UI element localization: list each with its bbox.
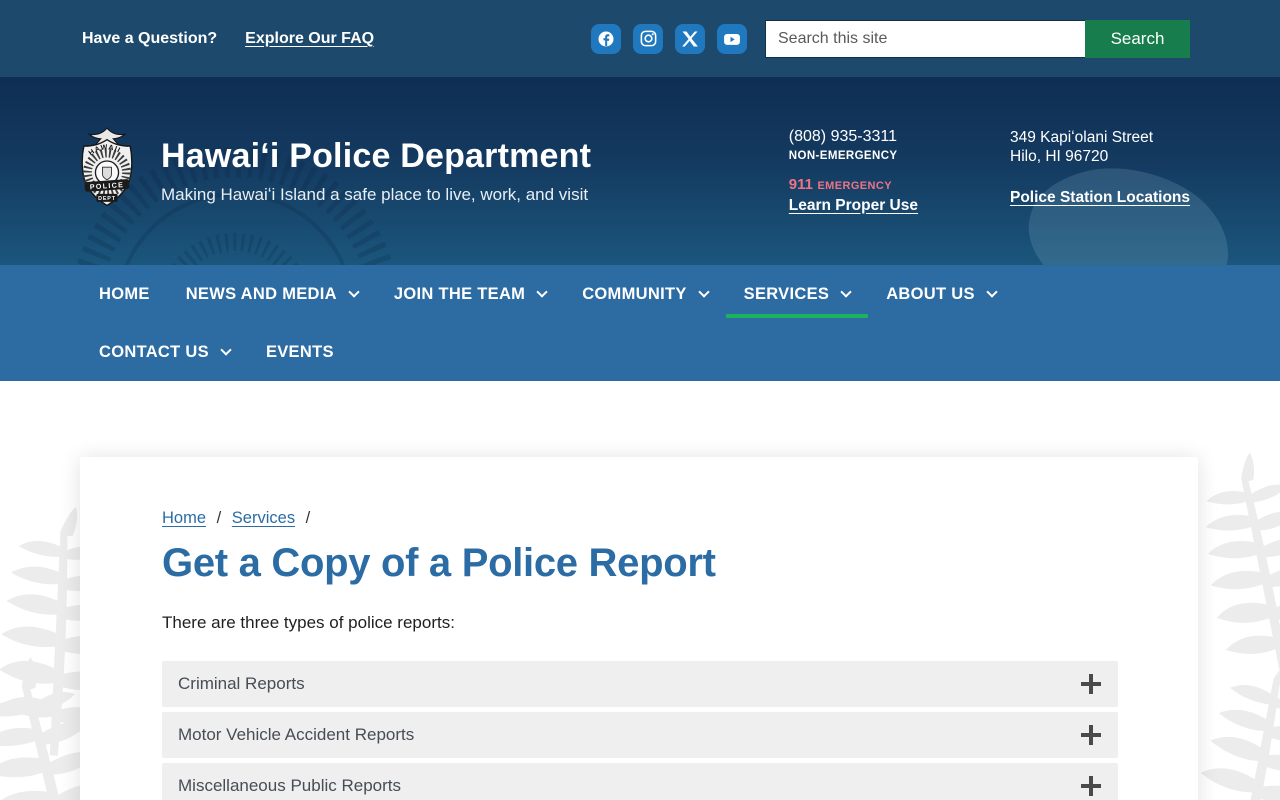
fern-watermark-icon xyxy=(1193,445,1280,693)
station-locations-link[interactable]: Police Station Locations xyxy=(1010,189,1190,207)
phone-block: (808) 935-3311 NON-EMERGENCY 911 EMERGEN… xyxy=(789,128,918,215)
plus-icon[interactable] xyxy=(1081,776,1101,796)
intro-text: There are three types of police reports: xyxy=(162,613,455,632)
breadcrumb-separator: / xyxy=(216,509,222,527)
nav-item-contact-us[interactable]: CONTACT US xyxy=(81,323,248,381)
nav-item-events[interactable]: EVENTS xyxy=(248,323,352,381)
page-title: Get a Copy of a Police Report xyxy=(162,541,716,585)
plus-icon[interactable] xyxy=(1081,674,1101,694)
nav-item-home[interactable]: HOME xyxy=(81,265,168,323)
plus-icon[interactable] xyxy=(1081,725,1101,745)
nav-item-community[interactable]: COMMUNITY xyxy=(564,265,725,323)
accordion-criminal-reports[interactable]: Criminal Reports xyxy=(162,661,1118,707)
learn-proper-use-link[interactable]: Learn Proper Use xyxy=(789,197,918,215)
search-button[interactable]: Search xyxy=(1085,19,1190,58)
nav-item-news-and-media[interactable]: NEWS AND MEDIA xyxy=(168,265,376,323)
faq-link[interactable]: Explore Our FAQ xyxy=(245,30,374,48)
search-input[interactable] xyxy=(765,19,1085,58)
site-header: HAWAII POLICE DEPT Hawaiʻi Police Depart… xyxy=(0,77,1280,265)
top-utility-bar: Have a Question? Explore Our FAQ Search … xyxy=(0,0,1280,77)
page-content-area: Home / Services / Get a Copy of a Police… xyxy=(0,381,1280,800)
chevron-down-icon xyxy=(220,344,232,356)
social-links xyxy=(591,23,747,54)
chevron-down-icon xyxy=(348,286,360,298)
breadcrumb: Home / Services / xyxy=(162,509,1118,528)
address-line-2: Hilo, HI 96720 xyxy=(1010,147,1109,165)
breadcrumb-services-link[interactable]: Services xyxy=(232,509,295,527)
content-card: Home / Services / Get a Copy of a Police… xyxy=(80,457,1198,800)
youtube-icon[interactable] xyxy=(717,23,747,54)
chevron-down-icon xyxy=(840,286,852,298)
svg-text:DEPT: DEPT xyxy=(98,196,116,202)
police-badge-logo: HAWAII POLICE DEPT xyxy=(75,125,139,218)
breadcrumb-home-link[interactable]: Home xyxy=(162,509,206,527)
active-tab-indicator xyxy=(725,314,869,318)
faq-prompt: Have a Question? Explore Our FAQ xyxy=(82,30,374,48)
address-block: 349 Kapiʻolani Street Hilo, HI 96720 Pol… xyxy=(1010,128,1190,207)
facebook-icon[interactable] xyxy=(591,23,621,54)
question-text: Have a Question? xyxy=(82,29,218,47)
accordion-motor-vehicle-accident-reports[interactable]: Motor Vehicle Accident Reports xyxy=(162,712,1118,758)
chevron-down-icon xyxy=(536,286,548,298)
site-tagline: Making Hawaiʻi Island a safe place to li… xyxy=(161,185,589,204)
main-navigation: HOME NEWS AND MEDIA JOIN THE TEAM COMMUN… xyxy=(0,265,1280,381)
instagram-icon[interactable] xyxy=(633,23,663,54)
accordion-miscellaneous-public-reports[interactable]: Miscellaneous Public Reports xyxy=(162,763,1118,800)
chevron-down-icon xyxy=(697,286,710,298)
emergency-number: 911 xyxy=(788,175,813,193)
chevron-down-icon xyxy=(986,286,998,298)
nav-item-join-the-team[interactable]: JOIN THE TEAM xyxy=(376,265,564,323)
x-twitter-icon[interactable] xyxy=(675,23,705,54)
phone-number: (808) 935-3311 xyxy=(788,127,898,145)
address-line-1: 349 Kapiʻolani Street xyxy=(1010,128,1154,146)
site-title: Hawaiʻi Police Department xyxy=(161,137,592,175)
emergency-label: EMERGENCY xyxy=(817,179,892,192)
nav-item-services[interactable]: SERVICES xyxy=(725,265,869,323)
non-emergency-label: NON-EMERGENCY xyxy=(788,149,898,162)
emergency-line: 911 EMERGENCY xyxy=(789,176,918,194)
nav-item-about-us[interactable]: ABOUT US xyxy=(868,265,1014,323)
accordion-list: Criminal Reports Motor Vehicle Accident … xyxy=(162,661,1118,800)
site-search-form: Search xyxy=(765,19,1190,58)
breadcrumb-separator: / xyxy=(305,509,311,527)
